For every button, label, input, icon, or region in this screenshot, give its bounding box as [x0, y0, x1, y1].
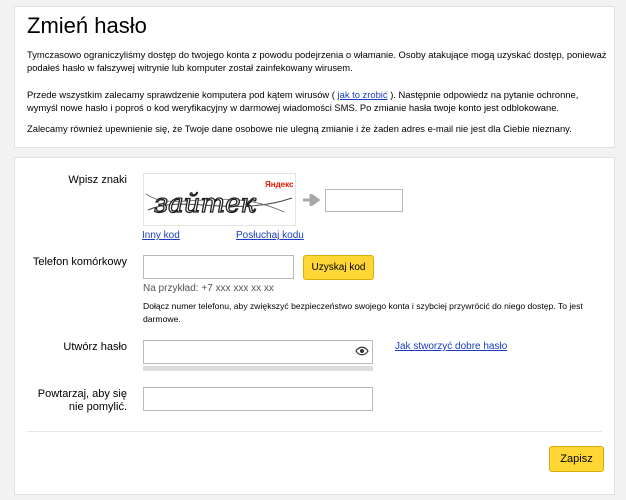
repeat-password-label: Powtarzaj, aby się nie pomylić.: [15, 388, 127, 414]
phone-label: Telefon komórkowy: [32, 256, 127, 268]
save-button[interactable]: Zapisz: [549, 446, 604, 472]
how-to-link[interactable]: jak to zrobić: [338, 89, 388, 100]
repeat-label-line-2: nie pomylić.: [68, 401, 127, 413]
arrow-right-icon: [303, 194, 320, 206]
password-label: Utwórz hasło: [63, 341, 127, 353]
change-password-form: Wpisz znaki зайтек Яндекс Inny kod Posłu…: [14, 157, 615, 495]
phone-example: Na przykład: +7 xxx xxx xx xx: [143, 283, 274, 294]
form-divider: [27, 431, 602, 432]
captcha-image: зайтек Яндекс: [143, 173, 296, 226]
password-input[interactable]: [143, 340, 373, 364]
captcha-text: зайтек: [154, 189, 256, 219]
phone-input[interactable]: [143, 255, 294, 279]
repeat-password-input[interactable]: [143, 387, 373, 411]
get-code-button[interactable]: Uzyskaj kod: [303, 255, 374, 280]
captcha-input[interactable]: [325, 189, 403, 212]
info-panel: Zmień hasło Tymczasowo ograniczyliśmy do…: [14, 6, 615, 148]
captcha-label: Wpisz znaki: [68, 174, 127, 186]
captcha-squiggle: зайтек Яндекс: [145, 180, 294, 220]
para2-text-before: Przede wszystkim zalecamy sprawdzenie ko…: [27, 89, 335, 100]
listen-code-link[interactable]: Posłuchaj kodu: [236, 230, 304, 241]
info-paragraph-2: Przede wszystkim zalecamy sprawdzenie ko…: [27, 88, 607, 114]
phone-note: Dołącz numer telefonu, aby zwiększyć bez…: [143, 301, 583, 324]
password-strength-bar: [143, 366, 373, 371]
eye-icon[interactable]: [355, 346, 369, 356]
page-title: Zmień hasło: [27, 13, 147, 38]
info-paragraph-3: Zalecamy również upewnienie się, że Twoj…: [27, 123, 572, 134]
info-paragraph-1: Tymczasowo ograniczyliśmy dostęp do twoj…: [27, 49, 607, 73]
other-code-link[interactable]: Inny kod: [142, 230, 180, 241]
captcha-brand: Яндекс: [265, 180, 294, 189]
password-help-link[interactable]: Jak stworzyć dobre hasło: [395, 341, 507, 352]
repeat-label-line-1: Powtarzaj, aby się: [37, 388, 127, 400]
